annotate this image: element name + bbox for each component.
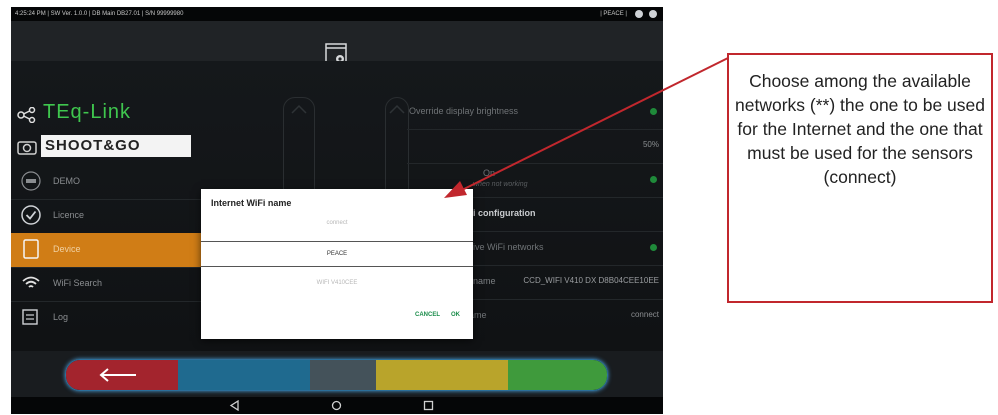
annotation-callout: Choose among the available networks (**)… <box>727 53 993 303</box>
arrow-left-icon <box>99 368 136 382</box>
camera-icon <box>17 141 37 155</box>
status-network: | PEACE | <box>600 11 627 17</box>
toggle-indicator[interactable] <box>650 108 657 115</box>
brightness-value: 50% <box>642 140 659 149</box>
status-circle-icon <box>635 10 643 18</box>
action-button-blue[interactable] <box>178 360 310 390</box>
sidebar-item-label: WiFi Search <box>53 278 103 288</box>
action-button-yellow[interactable] <box>376 360 508 390</box>
action-button-gray[interactable] <box>310 360 376 390</box>
setting-value: connect <box>630 310 659 319</box>
teq-link-row[interactable]: TEq-Link <box>11 97 321 129</box>
setting-label: Override display brightness <box>409 106 519 116</box>
dialog-title: Internet WiFi name <box>211 198 292 208</box>
ok-button[interactable]: OK <box>451 312 460 318</box>
sidebar-item-label: Licence <box>53 210 85 220</box>
nav-home-icon[interactable] <box>331 400 342 411</box>
toggle-indicator[interactable] <box>650 244 657 251</box>
status-circle-icon <box>649 10 657 18</box>
action-button-strip <box>65 359 608 391</box>
teq-link-logo: TEq-Link <box>43 101 132 123</box>
sidebar-item-label: Log <box>53 312 69 322</box>
setting-label: name <box>473 276 496 286</box>
back-button[interactable] <box>66 360 178 390</box>
setting-label: ive WiFi networks <box>473 242 544 252</box>
share-icon <box>17 107 36 123</box>
log-icon <box>22 309 38 325</box>
tablet-screen: 4:25:24 PM | SW Ver. 1.0.0 | DB Main DB2… <box>11 7 663 414</box>
shoot-go-row[interactable]: SHOOT&GO <box>11 131 321 163</box>
dialog-option-selected[interactable]: PEACE <box>201 241 473 267</box>
setting-override-brightness[interactable]: Override display brightness <box>407 95 663 130</box>
shoot-go-logo: SHOOT&GO <box>41 135 191 157</box>
section-title: i configuration <box>473 208 536 218</box>
sidebar-item-label: DEMO <box>53 176 80 186</box>
check-circle-icon <box>21 205 41 225</box>
tablet-icon <box>23 239 39 259</box>
dialog-option[interactable]: WIFI V410CEE <box>201 271 473 295</box>
demo-icon <box>21 171 41 191</box>
wifi-icon <box>22 276 40 288</box>
chevron-up-icon[interactable] <box>389 104 405 114</box>
setting-sublabel: when not working <box>473 181 528 188</box>
top-bar <box>11 21 663 65</box>
android-nav-bar <box>11 397 663 414</box>
main-content: TEq-Link SHOOT&GO DEMO Licence Device Wi… <box>11 61 663 351</box>
nav-back-icon[interactable] <box>229 400 240 411</box>
dialog-option[interactable]: connect <box>201 211 473 235</box>
nav-recents-icon[interactable] <box>423 400 434 411</box>
status-bar: 4:25:24 PM | SW Ver. 1.0.0 | DB Main DB2… <box>11 7 663 21</box>
chevron-up-icon[interactable] <box>291 104 307 114</box>
bottom-bar <box>11 351 663 397</box>
annotation-text: Choose among the available networks (**)… <box>735 71 986 187</box>
setting-brightness-level[interactable]: 50% <box>407 129 663 164</box>
setting-value: CCD_WIFI V410 DX D8B04CEE10EE <box>523 276 659 285</box>
action-button-green[interactable] <box>508 360 607 390</box>
toggle-indicator[interactable] <box>650 176 657 183</box>
status-info: 4:25:24 PM | SW Ver. 1.0.0 | DB Main DB2… <box>15 11 184 17</box>
setting-label: On <box>483 168 496 178</box>
sidebar-item-label: Device <box>53 244 81 254</box>
cancel-button[interactable]: CANCEL <box>415 312 440 318</box>
wifi-name-dialog: Internet WiFi name connect PEACE WIFI V4… <box>201 189 473 339</box>
